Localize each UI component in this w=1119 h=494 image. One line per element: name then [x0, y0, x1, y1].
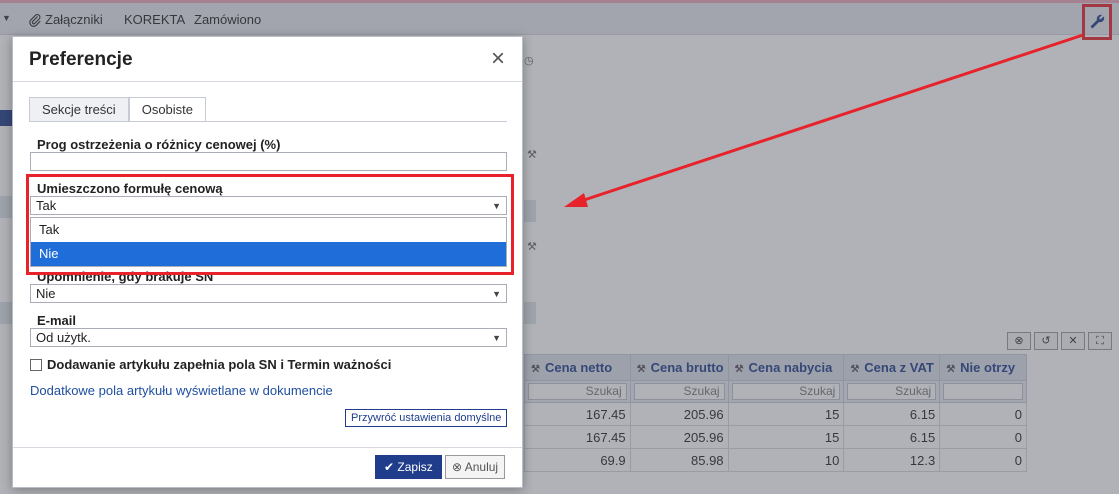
tab-osobiste[interactable]: Osobiste — [128, 97, 207, 122]
divider — [29, 121, 507, 122]
check-icon: ✔ — [384, 460, 395, 474]
autofill-sn-checkbox-row[interactable]: Dodawanie artykułu zapełnia pola SN i Te… — [30, 357, 391, 372]
restore-defaults-button[interactable]: Przywróć ustawienia domyślne — [345, 409, 508, 427]
extra-fields-link[interactable]: Dodatkowe pola artykułu wyświetlane w do… — [30, 383, 333, 398]
sn-warning-select[interactable]: Nie ▼ — [30, 284, 507, 303]
close-icon[interactable]: × — [491, 47, 505, 71]
tab-sekcje-tresci[interactable]: Sekcje treści — [29, 97, 129, 122]
cancel-circle-icon: ⊗ — [452, 460, 463, 474]
email-label: E-mail — [37, 313, 77, 328]
autofill-sn-checkbox[interactable] — [30, 358, 42, 371]
email-value: Od użytk. — [36, 330, 91, 345]
annotation-highlight-box — [26, 174, 514, 275]
dialog-title: Preferencje — [29, 49, 133, 70]
autofill-sn-label: Dodawanie artykułu zapełnia pola SN i Te… — [47, 357, 392, 372]
save-button[interactable]: ✔ Zapisz — [375, 455, 442, 479]
email-select[interactable]: Od użytk. ▼ — [30, 328, 507, 347]
divider — [13, 81, 522, 82]
tab-bar: Sekcje treści Osobiste — [29, 97, 207, 122]
chevron-down-icon: ▼ — [492, 333, 501, 343]
sn-warning-value: Nie — [36, 286, 56, 301]
price-diff-input[interactable] — [30, 152, 507, 171]
cancel-button[interactable]: ⊗ Anuluj — [445, 455, 506, 479]
divider — [13, 447, 522, 448]
chevron-down-icon: ▼ — [492, 289, 501, 299]
price-diff-label: Prog ostrzeżenia o różnicy cenowej (%) — [37, 137, 281, 152]
